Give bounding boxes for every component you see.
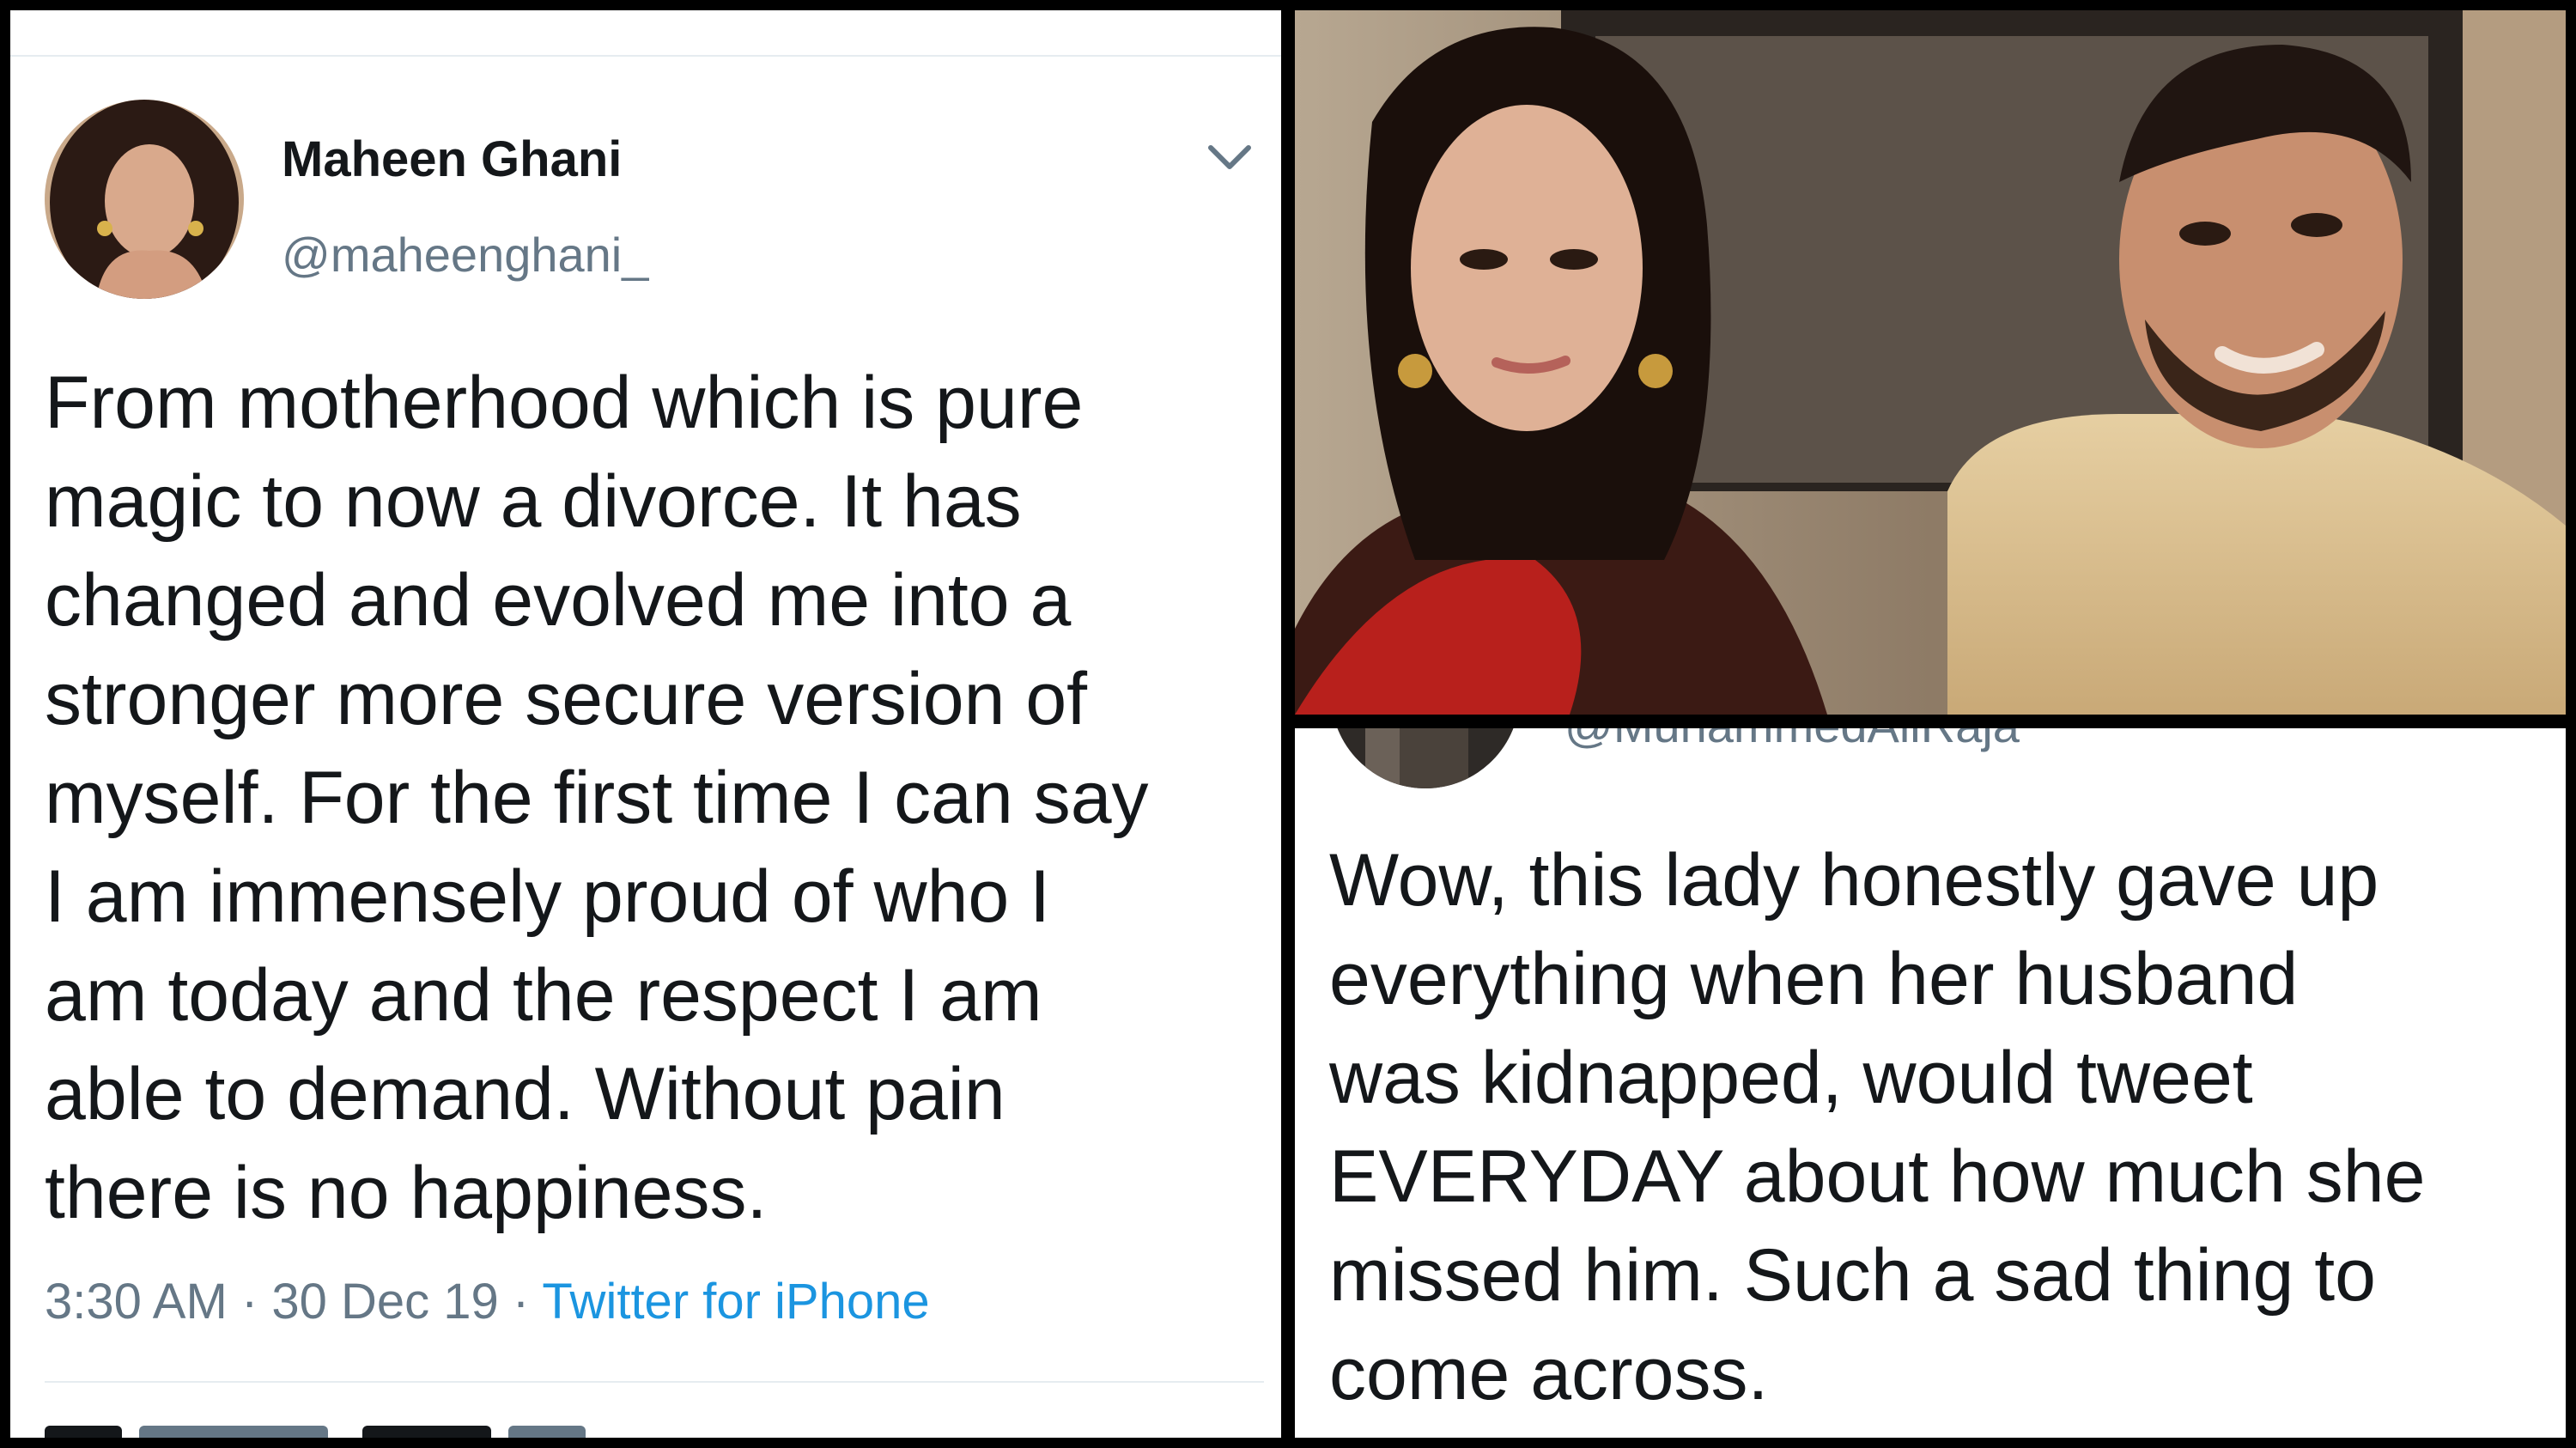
reply-card: @MuhammedAliRaja Wow, this lady honestly… [1295, 728, 2566, 1438]
divider [45, 1381, 1264, 1383]
stats-row-cropped [45, 1419, 646, 1438]
tweet-text-line: I am immensely proud of who I [45, 855, 1051, 938]
tweet-source-link[interactable]: Twitter for iPhone [542, 1274, 929, 1329]
reply-text-line: come across. [1329, 1333, 1769, 1415]
user-handle[interactable]: @MuhammedAliRaja [1564, 728, 2020, 753]
tweet-text-line: stronger more secure version of [45, 658, 1088, 740]
tweet-text-line: From motherhood which is pure [45, 362, 1084, 444]
display-name[interactable]: Maheen Ghani [282, 131, 622, 188]
tweet-text-line: there is no happiness. [45, 1152, 768, 1234]
avatar[interactable] [45, 100, 244, 299]
meta-separator: · [512, 1274, 530, 1329]
couple-photo [1295, 10, 2566, 715]
meta-separator: · [240, 1274, 258, 1329]
tweet-meta: 3:30 AM · 30 Dec 19 · Twitter for iPhone [45, 1273, 930, 1330]
tweet-text-line: myself. For the first time I can say [45, 757, 1149, 839]
avatar[interactable] [1331, 728, 1520, 788]
tweet-text-line: able to demand. Without pain [45, 1053, 1005, 1135]
tweet-text-line: changed and evolved me into a [45, 559, 1072, 642]
tweet-text-line: magic to now a divorce. It has [45, 460, 1022, 543]
reply-text-line: Wow, this lady honestly gave up [1329, 839, 2379, 922]
tweet-date[interactable]: 30 Dec 19 [271, 1274, 498, 1329]
user-handle[interactable]: @maheenghani_ [282, 227, 648, 283]
reply-text: Wow, this lady honestly gave up everythi… [1329, 831, 2549, 1424]
tweet-text: From motherhood which is pure magic to n… [45, 354, 1264, 1243]
reply-text-line: was kidnapped, would tweet [1329, 1037, 2253, 1119]
divider [10, 55, 1281, 57]
reply-text-line: EVERYDAY about how much she [1329, 1135, 2426, 1218]
tweet-card: Maheen Ghani @maheenghani_ From motherho… [10, 10, 1281, 1438]
chevron-down-icon[interactable] [1206, 141, 1254, 175]
tweet-time[interactable]: 3:30 AM [45, 1274, 228, 1329]
tweet-text-line: am today and the respect I am [45, 954, 1042, 1037]
reply-text-line: everything when her husband [1329, 938, 2299, 1020]
reply-text-line: missed him. Such a sad thing to [1329, 1234, 2376, 1317]
